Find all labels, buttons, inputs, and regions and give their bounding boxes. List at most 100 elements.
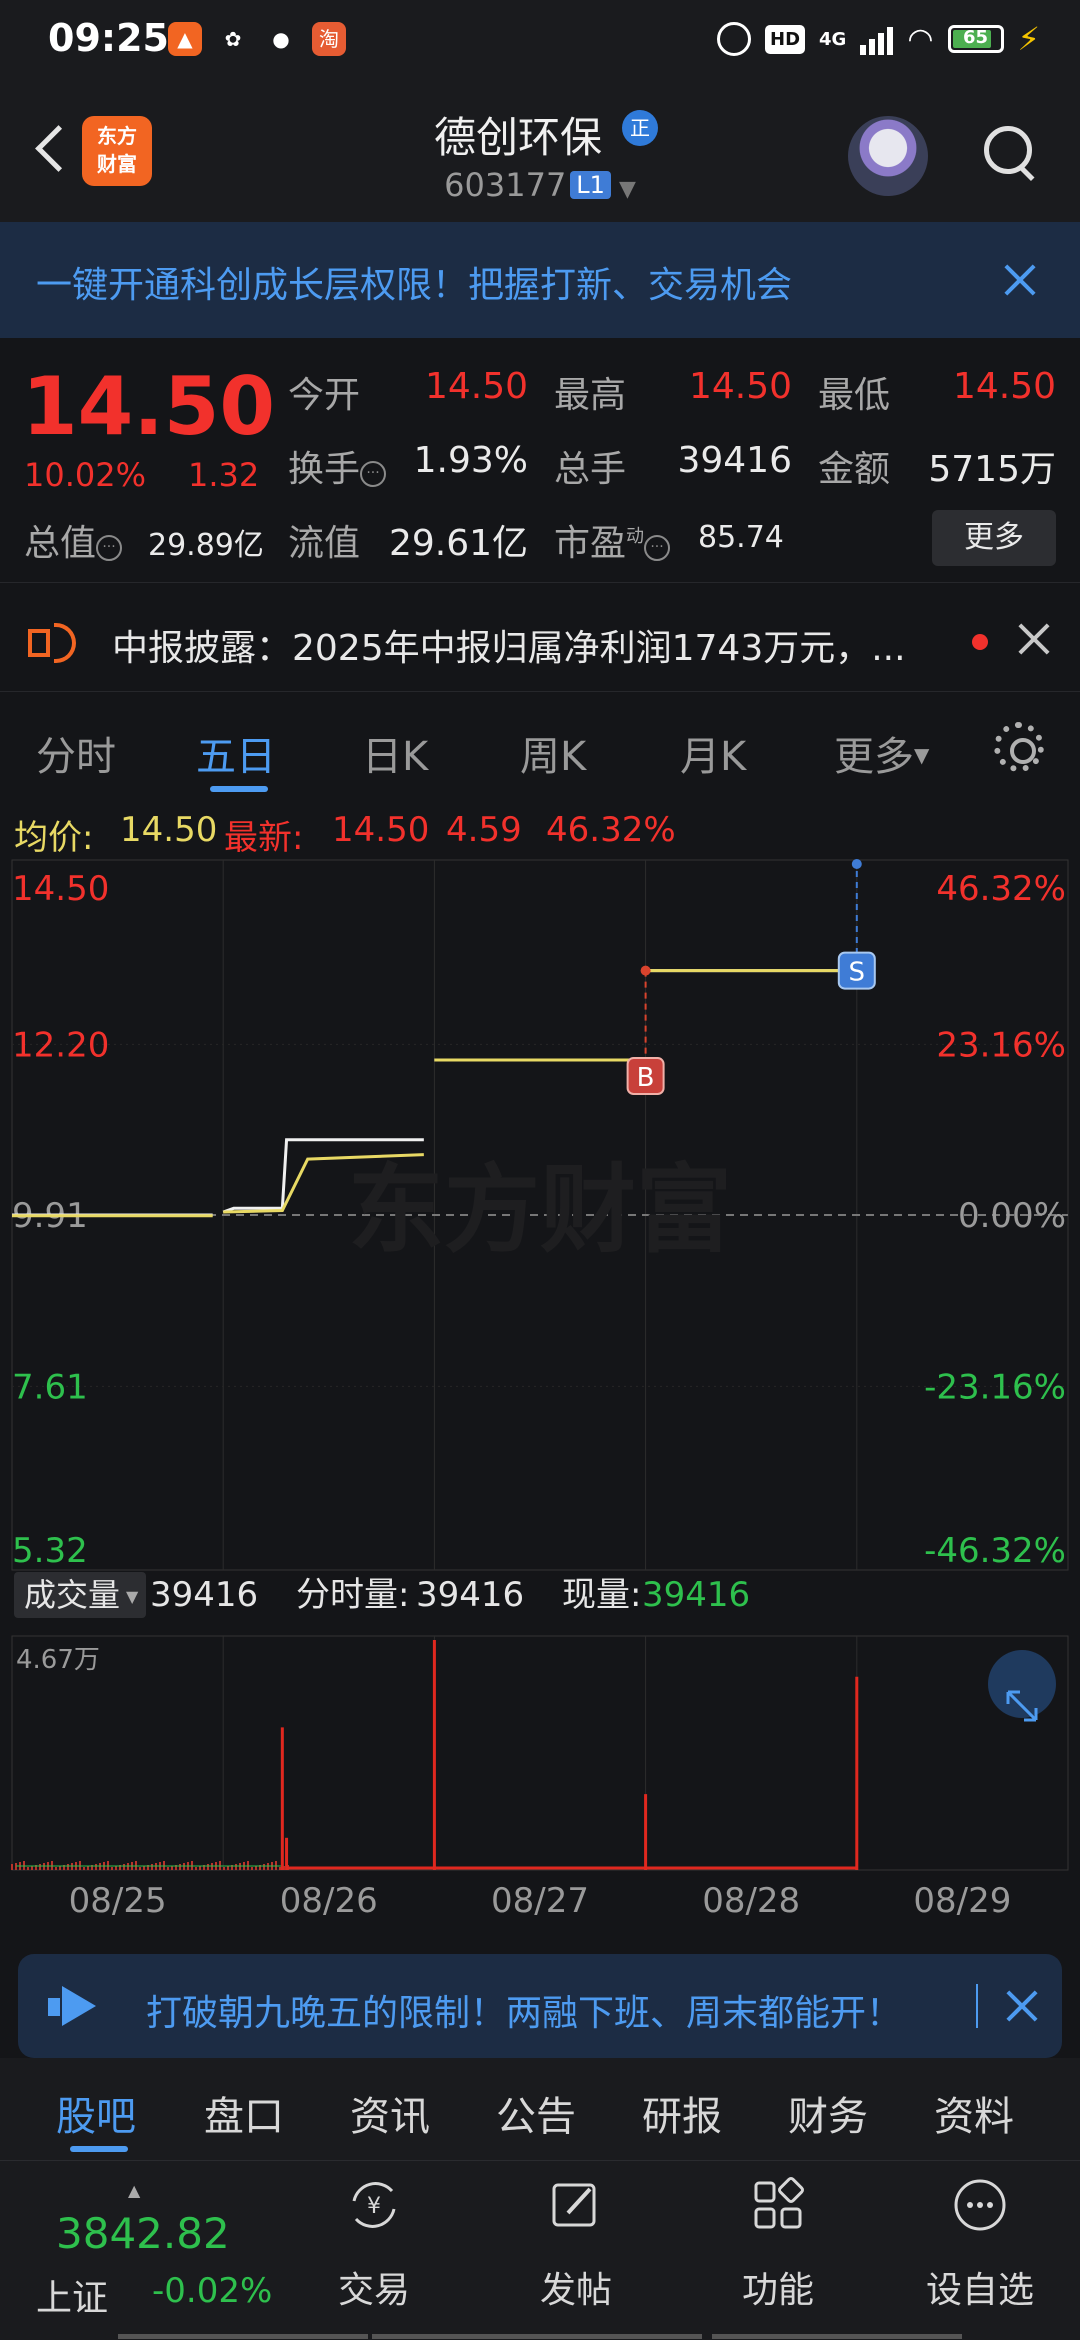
turnover-label-text: 换手 [288,449,361,490]
low-value: 14.50 [952,366,1056,407]
wechat-icon: ✿ [224,27,242,51]
tab-announcements[interactable]: 公告 [496,2084,576,2142]
grid-icon [754,2177,804,2229]
svg-text:¥: ¥ [367,2194,381,2219]
notification-icons: ▲ ✿ ● 淘 [168,22,346,56]
gear-icon[interactable] [994,722,1044,772]
volume-label: 总手 [554,449,627,490]
caret-down-icon: ▼ [126,1587,139,1606]
app-notification-icon: ▲ [168,22,202,56]
sell-marker-dot [851,859,862,869]
assistant-robot-icon[interactable] [848,116,928,196]
price-change-percent: 10.02% [24,456,147,494]
y-tick-right: 46.32% [936,869,1066,909]
stock-header: 东方 财富 德创环保 正 603177 L1 ▼ [0,80,1080,222]
avg-price-label: 均价: [14,818,94,858]
promo-banner[interactable]: 一键开通科创成长层权限！把握打新、交易机会 [0,222,1080,338]
stock-code: 603177 [444,166,567,204]
nav-add-watchlist[interactable]: 设自选 [880,2161,1080,2340]
volume-total: 39416 [150,1575,258,1615]
float-cap-value: 29.61亿 [388,523,528,564]
buy-marker-label: B [637,1063,655,1093]
intraday-volume-label: 分时量: [296,1575,409,1615]
tab-weekly-k[interactable]: 周K [520,724,586,782]
nav-trade-label: 交易 [337,2270,410,2311]
nav-post[interactable]: 发帖 [476,2161,676,2340]
margin-promo-banner[interactable]: 打破朝九晚五的限制！两融下班、周末都能开！ [18,1954,1062,2058]
tab-daily-k[interactable]: 日K [362,724,428,782]
tab-news[interactable]: 资讯 [350,2084,430,2142]
quote-panel: 14.50 10.02% 1.32 今开 14.50 最高 14.50 最低 1… [0,338,1080,582]
amount-value: 5715万 [928,449,1056,490]
speaker-icon [28,619,78,663]
tab-forum[interactable]: 股吧 [56,2084,136,2142]
unread-dot [972,634,988,650]
wifi-icon: ◠ [907,21,934,57]
y-tick-left: 7.61 [12,1367,88,1407]
close-icon[interactable] [1002,1986,1042,2026]
status-time: 09:25 [48,16,169,60]
announcement-bar[interactable]: 中报披露：2025年中报归属净利润1743万元，... [0,582,1080,692]
signal-icon [860,23,894,55]
open-label: 今开 [288,375,361,416]
nav-functions[interactable]: 功能 [678,2161,878,2340]
gesture-bar [118,2334,962,2339]
latest-price-label: 最新: [224,818,304,858]
tab-intraday[interactable]: 分时 [36,724,116,782]
battery-icon: 65 [947,25,1004,53]
y-tick-right: 0.00% [958,1196,1066,1236]
tab-monthly-k[interactable]: 月K [680,724,746,782]
latest-change-value: 4.59 [446,810,522,850]
tab-research[interactable]: 研报 [642,2084,722,2142]
pe-value: 85.74 [698,520,784,555]
volume-plot-frame [11,1635,1069,1871]
stock-name-text: 德创环保 [433,113,602,162]
price-change: 1.32 [188,456,260,494]
tab-profile[interactable]: 资料 [934,2084,1014,2142]
current-volume-label: 现量: [562,1575,641,1615]
nav-trade[interactable]: ¥ 交易 [274,2161,474,2340]
five-day-chart[interactable]: 东方财富 14.50 46.32% 12.20 23.16% 9.91 0.00% 7.61-… [0,858,1080,1960]
chart-svg[interactable]: 东方财富14.50 46.32%12.20 23.16%9.91 0.00%7.61-… [0,858,1080,1960]
dots-circle-icon [954,2179,1006,2231]
volume-max-tick: 4.67万 [16,1645,100,1675]
margin-promo-text: 打破朝九晚五的限制！两融下班、周末都能开！ [146,1993,903,2034]
y-tick-right: -23.16% [924,1367,1066,1407]
level-badge: L1 [570,171,611,199]
pe-label[interactable]: 市盈动 ··· [554,514,671,566]
low-label: 最低 [818,375,891,416]
avg-price-value: 14.50 [120,810,218,850]
sell-marker-label: S [849,958,866,988]
volume-selector-label: 成交量 [24,1576,120,1614]
mktcap-label[interactable]: 总值 ··· [24,514,123,566]
current-volume-value: 39416 [642,1575,750,1615]
turnover-label[interactable]: 换手 ··· [288,440,387,492]
tab-more[interactable]: 更多▼ [834,724,929,782]
watermark: 东方财富 [348,1154,732,1266]
promo-text: 一键开通科创成长层权限！把握打新、交易机会 [36,265,793,306]
index-name: 上证 [36,2278,109,2319]
active-tab-indicator [210,786,268,792]
tab-financials[interactable]: 财务 [788,2084,868,2142]
high-label: 最高 [554,375,627,416]
search-icon[interactable] [982,124,1038,180]
close-icon[interactable] [1000,260,1040,300]
latest-price-value: 14.50 [332,810,430,850]
close-icon[interactable] [1014,619,1054,659]
info-icon: ··· [360,461,387,487]
tab-five-day[interactable]: 五日 [196,724,276,782]
tab-order-book[interactable]: 盘口 [204,2084,284,2142]
yen-cycle-icon: ¥ [352,2182,396,2228]
amount-label: 金额 [818,449,891,490]
megaphone-icon [48,1986,100,2026]
y-tick-left: 14.50 [12,869,109,909]
mktcap-label-text: 总值 [24,523,97,564]
caret-down-icon: ▼ [914,743,930,767]
chevron-down-icon: ▼ [618,177,636,202]
more-button[interactable]: 更多 [932,510,1056,566]
verified-badge-icon: 正 [622,110,658,146]
hd-icon: HD [765,24,806,54]
active-tab-indicator [70,2146,128,2152]
info-icon: ··· [644,535,671,561]
y-tick-left: 12.20 [12,1025,109,1065]
